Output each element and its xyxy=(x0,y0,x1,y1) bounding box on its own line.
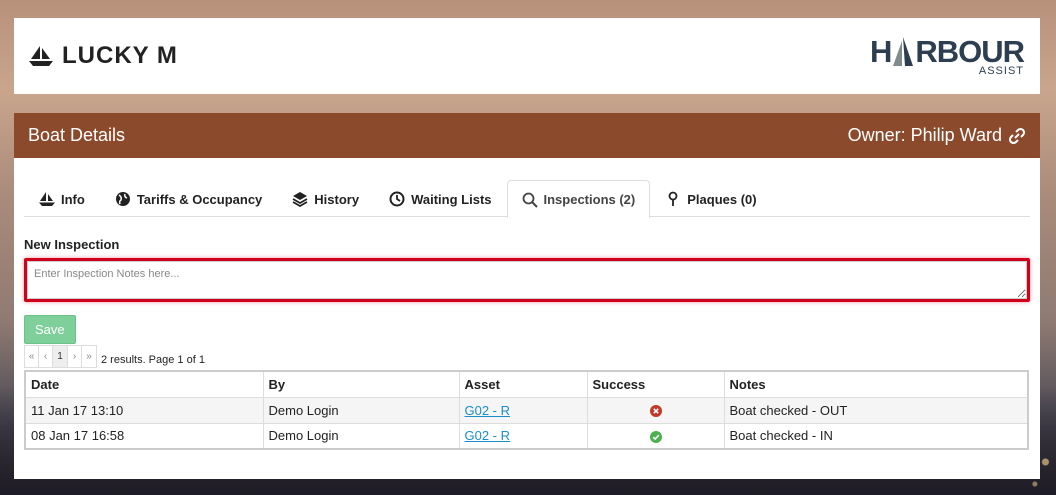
globe-icon xyxy=(115,191,131,207)
pagination-row: « ‹ 1 › » 2 results. Page 1 of 1 xyxy=(24,345,1030,368)
column-header-by[interactable]: By xyxy=(262,370,460,398)
table-row: 08 Jan 17 16:58 Demo Login G02 - R Boat … xyxy=(24,422,1029,450)
boat-title: LUCKY M xyxy=(28,42,178,70)
cell-by: Demo Login xyxy=(262,396,460,424)
last-page-button[interactable]: » xyxy=(82,346,96,367)
prev-page-button[interactable]: ‹ xyxy=(39,346,53,367)
fail-circle-icon xyxy=(649,403,662,418)
owner-label: Owner: Philip Ward xyxy=(847,125,1002,145)
boat-name: LUCKY M xyxy=(62,42,178,69)
inspections-table: Date By Asset Success Notes 11 Jan 17 13… xyxy=(24,370,1029,450)
logo-text-right: RBOUR xyxy=(915,33,1025,69)
logo-sail-icon xyxy=(891,36,915,67)
panel-title: Boat Details xyxy=(28,125,126,145)
tab-label: Waiting Lists xyxy=(411,191,492,207)
panel-header: Boat Details Owner: Philip Ward xyxy=(14,113,1040,158)
column-header-notes[interactable]: Notes xyxy=(723,370,1029,398)
table-row: 11 Jan 17 13:10 Demo Login G02 - R Boat … xyxy=(24,396,1029,424)
first-page-button[interactable]: « xyxy=(25,346,39,367)
tab-label: Tariffs & Occupancy xyxy=(136,191,263,207)
column-header-asset[interactable]: Asset xyxy=(458,370,588,398)
harbour-assist-logo: H RBOUR ASSIST xyxy=(869,33,1025,77)
tab-info[interactable]: Info xyxy=(24,180,100,217)
search-icon xyxy=(522,192,538,208)
cell-success xyxy=(586,396,725,424)
cell-success xyxy=(586,422,725,450)
tab-label: Plaques (0) xyxy=(687,191,757,207)
tab-waiting-lists[interactable]: Waiting Lists xyxy=(374,180,506,217)
results-info: 2 results. Page 1 of 1 xyxy=(101,353,205,366)
tab-history[interactable]: History xyxy=(277,180,374,217)
tab-bar: Info Tariffs & Occupancy History Waiting… xyxy=(24,180,1030,218)
cell-by: Demo Login xyxy=(262,422,460,450)
map-marker-icon xyxy=(665,191,681,207)
cell-notes: Boat checked - OUT xyxy=(723,396,1029,424)
boat-details-panel: Boat Details Owner: Philip Ward Info Tar… xyxy=(14,113,1040,479)
cell-date: 08 Jan 17 16:58 xyxy=(24,422,264,450)
table-header-row: Date By Asset Success Notes xyxy=(24,370,1029,398)
asset-link[interactable]: G02 - R xyxy=(465,428,511,443)
tab-label: Info xyxy=(61,191,85,207)
cell-date: 11 Jan 17 13:10 xyxy=(24,396,264,424)
clock-icon xyxy=(389,191,405,207)
link-icon[interactable] xyxy=(1008,127,1026,145)
cell-notes: Boat checked - IN xyxy=(723,422,1029,450)
tab-label: History xyxy=(314,191,360,207)
logo-text-left: H xyxy=(869,33,892,69)
top-header: LUCKY M H RBOUR ASSIST xyxy=(14,18,1040,94)
notes-highlight xyxy=(24,258,1030,302)
page-number-button[interactable]: 1 xyxy=(53,346,68,367)
tab-tariffs-occupancy[interactable]: Tariffs & Occupancy xyxy=(100,180,277,217)
save-button[interactable]: Save xyxy=(24,315,76,344)
sailboat-icon xyxy=(28,45,54,67)
check-circle-icon xyxy=(649,428,662,443)
asset-link[interactable]: G02 - R xyxy=(465,403,511,418)
column-header-success[interactable]: Success xyxy=(586,370,725,398)
tab-label: Inspections (2) xyxy=(543,192,636,207)
owner-link[interactable]: Owner: Philip Ward xyxy=(848,125,1026,146)
tab-plaques[interactable]: Plaques (0) xyxy=(650,180,771,217)
sailboat-icon xyxy=(39,191,55,207)
new-inspection-label: New Inspection xyxy=(24,237,120,252)
next-page-button[interactable]: › xyxy=(68,346,82,367)
tab-inspections[interactable]: Inspections (2) xyxy=(506,180,651,218)
layers-icon xyxy=(292,191,308,207)
cell-asset: G02 - R xyxy=(458,396,588,424)
cell-asset: G02 - R xyxy=(458,422,588,450)
pagination: « ‹ 1 › » xyxy=(24,345,97,368)
inspection-notes-input[interactable] xyxy=(27,261,1027,299)
column-header-date[interactable]: Date xyxy=(24,370,264,398)
